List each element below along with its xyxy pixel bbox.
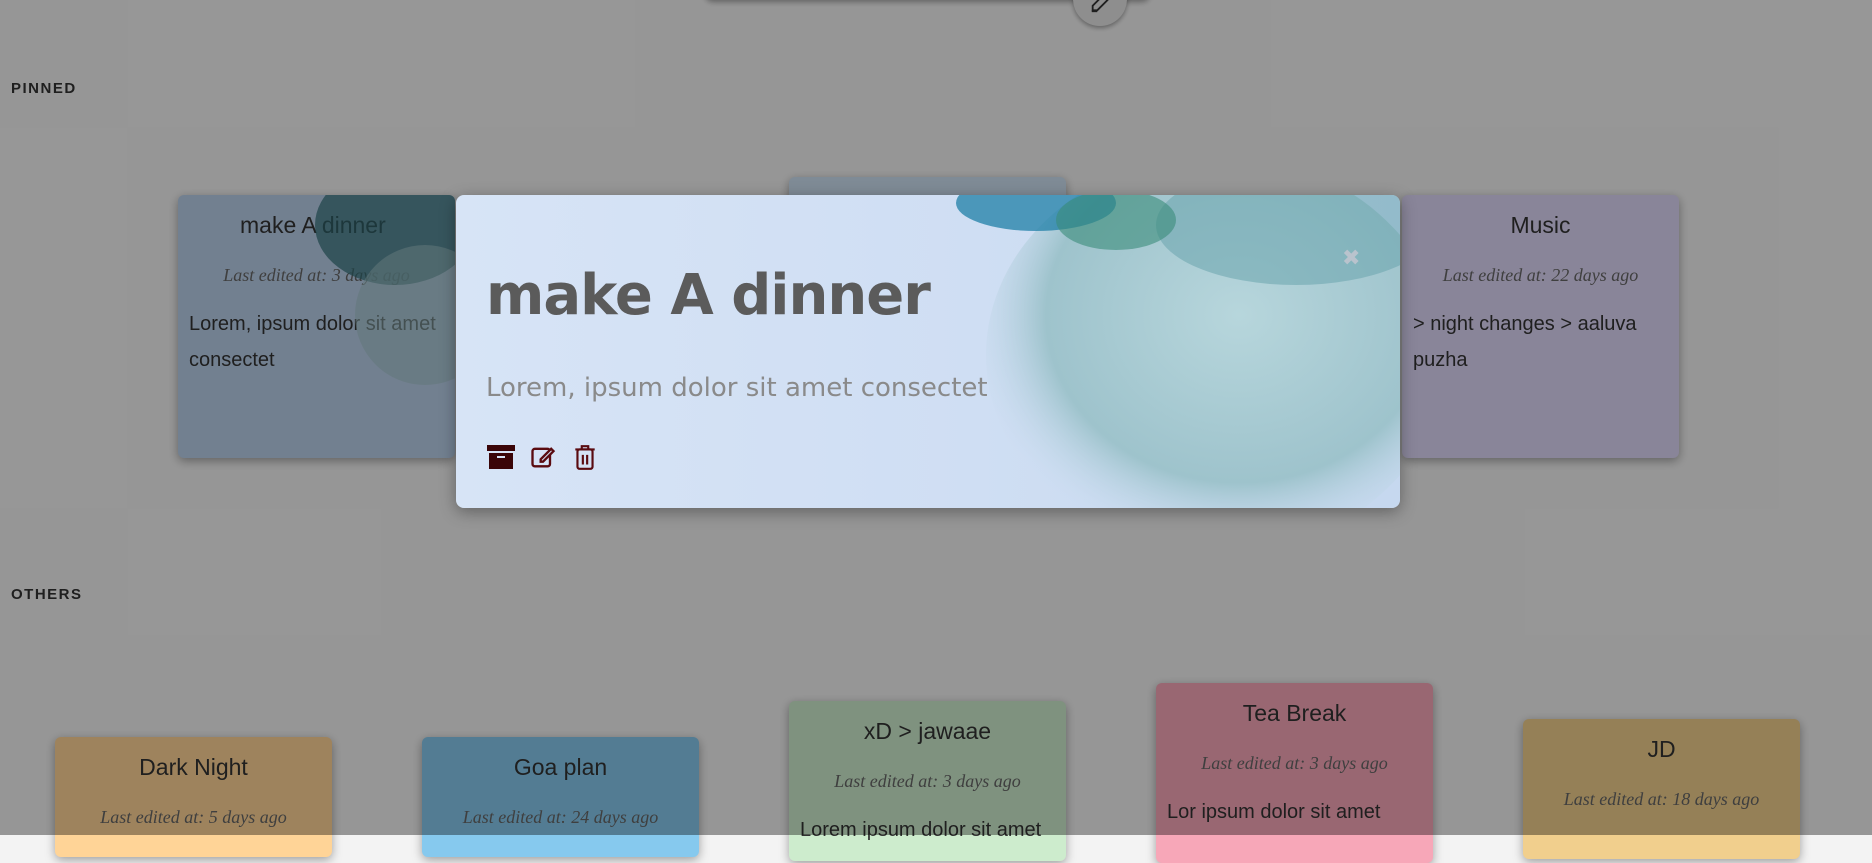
leaf-decoration: [956, 195, 1400, 508]
edit-icon: [531, 447, 556, 468]
note-modal: make A dinner Lorem, ipsum dolor sit ame…: [456, 195, 1400, 508]
modal-title: make A dinner: [486, 263, 931, 328]
archive-button[interactable]: [486, 442, 516, 472]
trash-icon: [575, 445, 595, 470]
archive-icon: [487, 445, 515, 469]
modal-body: Lorem, ipsum dolor sit amet consectet: [486, 373, 988, 403]
edit-button[interactable]: [528, 442, 558, 472]
delete-button[interactable]: [570, 442, 600, 472]
close-icon[interactable]: ✖: [1342, 245, 1360, 271]
